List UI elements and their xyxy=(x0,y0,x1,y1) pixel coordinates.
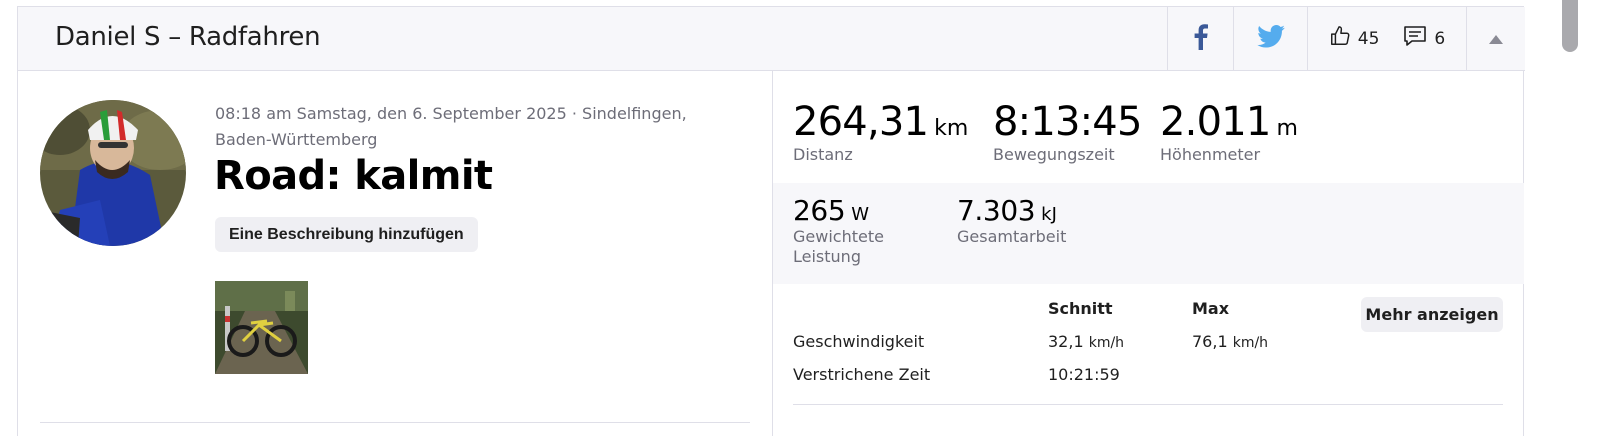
stat-value: 2.011 xyxy=(1160,99,1271,145)
share-facebook-button[interactable] xyxy=(1167,7,1233,70)
page-title: Daniel S – Radfahren xyxy=(55,22,321,52)
stat-label: Bewegungszeit xyxy=(993,145,1115,164)
show-more-button[interactable]: Mehr anzeigen xyxy=(1361,297,1503,332)
row-avg: 32,1 km/h xyxy=(1048,332,1125,351)
stat-weighted-power: 265 W Gewichtete Leistung xyxy=(793,194,933,267)
twitter-icon xyxy=(1256,25,1285,52)
stat-value: 8:13:45 xyxy=(993,99,1142,145)
stat-total-work: 7.303 kJ Gesamtarbeit xyxy=(957,194,1066,247)
stat-value: 7.303 xyxy=(957,194,1036,227)
stat-label: Distanz xyxy=(793,145,853,164)
share-twitter-button[interactable] xyxy=(1233,7,1307,70)
stat-value: 265 xyxy=(793,194,846,227)
avatar[interactable] xyxy=(40,100,186,246)
row-avg: 10:21:59 xyxy=(1048,365,1120,384)
stat-elevation: 2.011 m Höhenmeter xyxy=(1160,99,1298,165)
activity-header: Daniel S – Radfahren 45 6 xyxy=(18,7,1525,71)
stat-value: 264,31 xyxy=(793,99,929,145)
activity-photo[interactable] xyxy=(215,281,308,374)
comment-icon xyxy=(1403,25,1427,52)
column-header-avg: Schnitt xyxy=(1048,299,1113,318)
row-label: Geschwindigkeit xyxy=(793,332,925,351)
kudos-button[interactable]: 45 xyxy=(1329,25,1380,52)
stat-unit: W xyxy=(851,204,870,225)
stat-label: Gesamtarbeit xyxy=(957,227,1067,246)
stat-unit: m xyxy=(1276,116,1298,141)
stat-label: Gewichtete Leistung xyxy=(793,227,884,266)
add-description-button[interactable]: Eine Beschreibung hinzufügen xyxy=(215,217,478,252)
stat-moving-time: 8:13:45 Bewegungszeit xyxy=(993,99,1142,165)
facebook-icon xyxy=(1194,23,1208,54)
collapse-icon xyxy=(1488,29,1503,48)
stat-label: Höhenmeter xyxy=(1160,145,1261,164)
divider xyxy=(40,422,750,423)
row-max: 76,1 km/h xyxy=(1192,332,1269,351)
stat-distance: 264,31 km Distanz xyxy=(793,99,968,165)
thumbs-up-icon xyxy=(1329,25,1351,52)
comments-button[interactable]: 6 xyxy=(1403,25,1445,52)
stat-unit: kJ xyxy=(1041,204,1057,225)
comments-count: 6 xyxy=(1434,28,1446,49)
row-label: Verstrichene Zeit xyxy=(793,365,931,384)
kudos-count: 45 xyxy=(1357,28,1380,49)
kudos-comments-group: 45 6 xyxy=(1307,7,1466,70)
column-header-max: Max xyxy=(1192,299,1230,318)
collapse-button[interactable] xyxy=(1466,7,1524,70)
activity-name: Road: kalmit xyxy=(214,153,493,199)
activity-meta: 08:18 am Samstag, den 6. September 2025 … xyxy=(215,104,687,149)
activity-card: Daniel S – Radfahren 45 6 08:18 am Samst… xyxy=(17,6,1525,436)
scrollbar-thumb[interactable] xyxy=(1562,0,1578,52)
stat-unit: km xyxy=(934,116,969,141)
divider xyxy=(793,404,1503,405)
